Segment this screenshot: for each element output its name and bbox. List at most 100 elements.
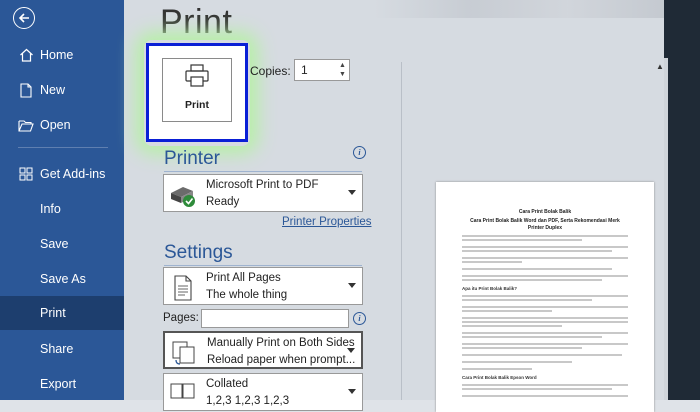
folder-open-icon: [18, 117, 34, 133]
sidebar-item-label: Open: [40, 118, 71, 132]
printer-heading-rule: [164, 171, 362, 172]
sidebar-item-print[interactable]: Print: [0, 296, 124, 330]
preview-text-line: [462, 295, 628, 297]
window-edge: ▲: [656, 0, 700, 400]
home-icon: [18, 47, 34, 63]
preview-text-line: [462, 299, 592, 301]
sidebar-item-export[interactable]: Export: [0, 367, 124, 401]
preview-text-line: [462, 354, 622, 356]
print-sides-dropdown[interactable]: Manually Print on Both Sides Reload pape…: [163, 331, 363, 369]
preview-title: Cara Print Bolak Balik: [518, 209, 572, 215]
chevron-down-icon: [347, 348, 355, 353]
preview-text-line: [462, 347, 582, 349]
preview-text-line: [462, 310, 552, 312]
printer-status: Ready: [206, 196, 240, 208]
preview-text-line: [462, 268, 612, 270]
sidebar-item-label: Save: [40, 237, 69, 251]
preview-text-line: [462, 239, 582, 241]
printer-status-icon: [169, 181, 197, 209]
preview-text-line: [462, 343, 628, 345]
backstage-sidebar: Home New Open Get Add-ins Info Save Save…: [0, 0, 124, 400]
header-background: [374, 0, 664, 18]
new-document-icon: [18, 82, 34, 98]
preview-text-line: [462, 388, 612, 390]
preview-heading-2: Cara Print Bolak Balik Epson Word: [462, 375, 537, 380]
sidebar-item-save[interactable]: Save: [0, 227, 124, 261]
sidebar-item-get-add-ins[interactable]: Get Add-ins: [0, 157, 124, 191]
sidebar-item-new[interactable]: New: [0, 73, 124, 107]
sidebar-item-open[interactable]: Open: [0, 108, 124, 142]
print-range-primary: Print All Pages: [206, 272, 281, 284]
print-range-dropdown[interactable]: Print All Pages The whole thing: [163, 267, 363, 305]
print-sides-secondary: Reload paper when prompt...: [207, 354, 356, 366]
scroll-up-arrow-icon[interactable]: ▲: [656, 62, 664, 71]
pages-input[interactable]: [201, 309, 349, 328]
print-button-highlight-frame: Print: [146, 43, 248, 142]
pages-label: Pages:: [163, 312, 199, 324]
copies-label: Copies:: [250, 64, 291, 78]
print-button[interactable]: Print: [162, 58, 232, 122]
collation-secondary: 1,2,3 1,2,3 1,2,3: [206, 395, 290, 407]
copies-value: 1: [301, 63, 308, 77]
printer-name: Microsoft Print to PDF: [206, 179, 319, 191]
sidebar-item-label: Save As: [40, 272, 86, 286]
preview-text-line: [462, 257, 628, 259]
sidebar-item-home[interactable]: Home: [0, 38, 124, 72]
page-title: Print: [160, 3, 233, 41]
sidebar-item-label: Info: [40, 202, 61, 216]
sidebar-item-label: Print: [40, 306, 66, 320]
preview-text-line: [462, 317, 628, 319]
back-arrow-icon[interactable]: [13, 7, 35, 29]
preview-text-line: [462, 279, 602, 281]
preview-text-line: [462, 275, 628, 277]
printer-icon: [184, 64, 210, 93]
preview-heading-1: Apa itu Print Bolak Balik?: [462, 286, 518, 291]
chevron-down-icon: [348, 389, 356, 394]
preview-text-line: [462, 368, 532, 370]
copies-spin-arrows[interactable]: ▲ ▼: [338, 61, 347, 79]
add-ins-grid-icon: [18, 166, 34, 182]
preview-text-line: [462, 261, 522, 263]
pages-document-icon: [169, 274, 197, 302]
chevron-down-icon: [348, 283, 356, 288]
preview-text-line: [462, 306, 628, 308]
sidebar-item-share[interactable]: Share: [0, 332, 124, 366]
settings-heading: Settings: [164, 242, 233, 263]
printer-dropdown[interactable]: Microsoft Print to PDF Ready: [163, 174, 363, 212]
chevron-down-icon: [348, 190, 356, 195]
preview-text-line: [462, 361, 572, 363]
preview-subtitle-2: Printer Duplex: [527, 225, 563, 231]
printer-properties-link[interactable]: Printer Properties: [282, 216, 371, 228]
preview-scrollbar[interactable]: [664, 58, 668, 400]
copies-stepper[interactable]: 1 ▲ ▼: [294, 59, 350, 81]
sidebar-item-label: Home: [40, 48, 74, 62]
collation-dropdown[interactable]: Collated 1,2,3 1,2,3 1,2,3: [163, 373, 363, 411]
preview-text-line: [462, 250, 612, 252]
sidebar-item-save-as[interactable]: Save As: [0, 262, 124, 296]
preview-text-line: [462, 332, 628, 334]
preview-text-line: [462, 235, 628, 237]
sidebar-item-label: Get Add-ins: [40, 167, 106, 181]
sidebar-item-label: Share: [40, 342, 74, 356]
preview-text-line: [462, 321, 628, 323]
manual-duplex-icon: [170, 339, 198, 367]
pages-info-icon[interactable]: i: [353, 312, 366, 325]
preview-subtitle-1: Cara Print Bolak Balik Word dan PDF, Ser…: [470, 218, 620, 224]
preview-text-line: [462, 384, 628, 386]
preview-text-line: [462, 246, 628, 248]
collation-primary: Collated: [206, 378, 249, 390]
print-preview-page: Cara Print Bolak Balik Cara Print Bolak …: [436, 182, 654, 412]
sidebar-divider: [18, 147, 108, 148]
preview-divider: [401, 62, 402, 400]
print-sides-primary: Manually Print on Both Sides: [207, 337, 355, 349]
sidebar-item-label: New: [40, 83, 66, 97]
sidebar-item-label: Export: [40, 377, 77, 391]
printer-info-icon[interactable]: i: [353, 146, 366, 159]
print-range-secondary: The whole thing: [206, 289, 288, 301]
preview-text-line: [462, 395, 628, 397]
preview-text-line: [462, 325, 562, 327]
collated-icon: [169, 380, 197, 408]
preview-text-line: [462, 336, 602, 338]
settings-heading-rule: [164, 265, 362, 266]
sidebar-item-info[interactable]: Info: [0, 192, 124, 226]
